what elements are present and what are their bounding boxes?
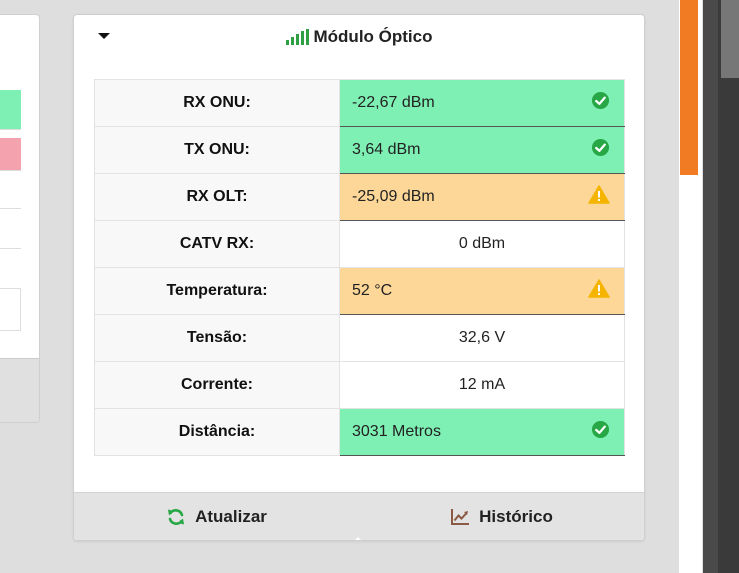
history-button[interactable]: Histórico [359, 493, 644, 540]
row-label: RX OLT: [94, 173, 340, 221]
table-row: Temperatura: 52 °C [94, 267, 625, 315]
card-title: Módulo Óptico [74, 27, 644, 47]
row-value-cell: -22,67 dBm [339, 79, 625, 127]
row-value: 52 °C [352, 282, 393, 299]
row-value: 3031 Metros [352, 423, 441, 440]
row-value-cell: 0 dBm [339, 220, 625, 268]
row-label: RX ONU: [94, 79, 340, 127]
row-value-cell: 52 °C [339, 267, 625, 315]
history-label: Histórico [479, 506, 553, 526]
left-panel-card [0, 14, 40, 423]
table-row: CATV RX: 0 dBm [94, 220, 625, 268]
row-value: 0 dBm [458, 235, 506, 252]
chart-line-icon [451, 508, 470, 525]
refresh-button[interactable]: Atualizar [74, 493, 359, 540]
left-row [0, 171, 21, 209]
left-row [0, 289, 21, 331]
warning-triangle-icon [588, 185, 610, 209]
row-value-cell: 3,64 dBm [339, 126, 625, 174]
refresh-label: Atualizar [195, 506, 267, 526]
row-value-cell: 3031 Metros [339, 408, 625, 456]
scrollbar-thumb[interactable] [721, 0, 739, 78]
row-label: CATV RX: [94, 220, 340, 268]
left-row-ok [0, 90, 21, 130]
warning-triangle-icon [588, 279, 610, 303]
row-value-cell: 32,6 V [339, 314, 625, 362]
signal-bars-icon [285, 29, 309, 45]
optical-info-table: RX ONU: -22,67 dBm TX ONU: 3,64 dBm RX OLT: -… [94, 79, 625, 456]
row-value: 12 mA [458, 376, 506, 393]
left-card-footer [0, 358, 39, 422]
scrollbar-track[interactable] [703, 0, 739, 573]
card-header: Módulo Óptico [74, 15, 644, 61]
row-label: Distância: [94, 408, 340, 456]
row-label: Temperatura: [94, 267, 340, 315]
orange-accent-bar [680, 0, 698, 175]
check-circle-icon [591, 420, 610, 444]
card-footer: Atualizar Histórico [74, 492, 644, 540]
row-label: TX ONU: [94, 126, 340, 174]
table-row: RX ONU: -22,67 dBm [94, 79, 625, 127]
left-row [0, 209, 21, 249]
card-title-text: Módulo Óptico [313, 27, 433, 46]
table-row: Distância: 3031 Metros [94, 408, 625, 456]
footer-caret [355, 537, 361, 540]
refresh-icon [168, 508, 185, 525]
table-row: RX OLT: -25,09 dBm [94, 173, 625, 221]
row-label: Corrente: [94, 361, 340, 409]
table-row: Tensão: 32,6 V [94, 314, 625, 362]
row-label: Tensão: [94, 314, 340, 362]
row-value: 32,6 V [458, 329, 506, 346]
row-value-cell: 12 mA [339, 361, 625, 409]
left-row-error [0, 138, 21, 171]
row-value: -22,67 dBm [352, 94, 435, 111]
optical-module-card: Módulo Óptico RX ONU: -22,67 dBm TX ONU: 3,… [73, 14, 645, 541]
row-value: 3,64 dBm [352, 141, 421, 158]
left-row [0, 249, 21, 289]
table-row: TX ONU: 3,64 dBm [94, 126, 625, 174]
table-row: Corrente: 12 mA [94, 361, 625, 409]
row-value: -25,09 dBm [352, 188, 435, 205]
check-circle-icon [591, 91, 610, 115]
check-circle-icon [591, 138, 610, 162]
row-value-cell: -25,09 dBm [339, 173, 625, 221]
